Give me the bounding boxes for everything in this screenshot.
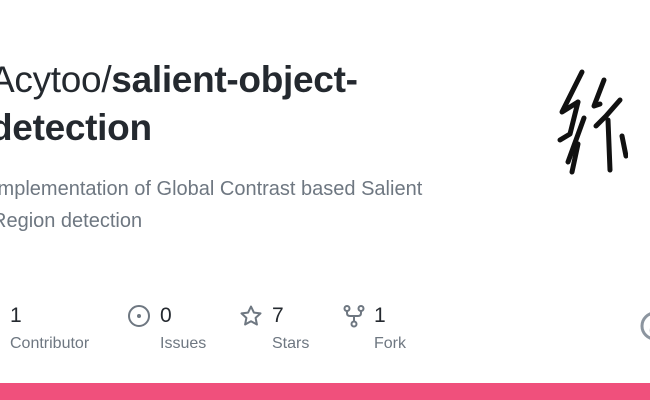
repo-forked-icon [343,305,365,328]
stat-stars-value: 7 [272,304,284,327]
language-color-bar [0,383,650,400]
repo-owner[interactable]: Acytoo/ [0,59,112,100]
stat-issues-label: Issues [160,335,207,352]
stat-forks-label: Fork [374,335,406,352]
star-icon [240,305,262,326]
stat-stars-label: Stars [272,335,310,352]
github-logo-icon [640,312,650,340]
stat-issues-value: 0 [160,304,172,327]
stat-contributors-value: 1 [10,304,22,327]
issue-opened-icon [128,305,150,327]
repo-description: Implementation of Global Contrast based … [0,178,423,232]
owner-avatar [557,69,628,175]
stat-contributors-label: Contributor [10,335,90,352]
stat-forks-value: 1 [374,304,386,327]
repo-title[interactable]: Acytoo/salient-object-detection [0,56,460,152]
